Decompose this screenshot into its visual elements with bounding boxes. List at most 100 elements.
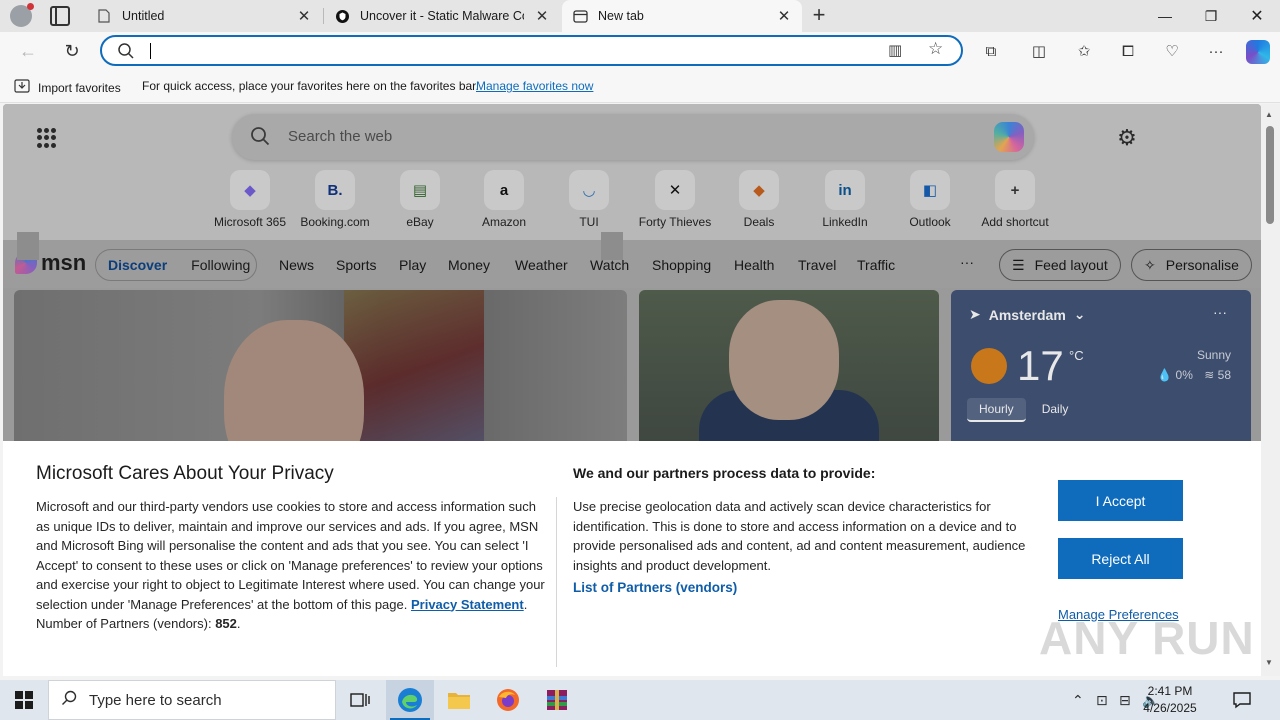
shortcut-tui[interactable]: ◡ TUI xyxy=(547,170,631,229)
tab-daily[interactable]: Daily xyxy=(1030,398,1081,422)
close-tab-icon[interactable]: ✕ xyxy=(776,7,792,25)
shortcut-label: Outlook xyxy=(909,215,951,229)
favorite-star-icon[interactable]: ☆ xyxy=(928,39,943,59)
nav-shopping[interactable]: Shopping xyxy=(652,257,711,273)
nav-news[interactable]: News xyxy=(279,257,314,273)
tab-hourly[interactable]: Hourly xyxy=(967,398,1026,422)
taskbar-clock[interactable]: 2:41 PM 4/26/2025 xyxy=(1140,683,1200,717)
import-favorites-button[interactable]: Import favorites xyxy=(14,79,121,96)
browser-essentials-icon[interactable]: ♡ xyxy=(1161,40,1183,62)
close-tab-icon[interactable]: ✕ xyxy=(534,7,550,25)
list-of-partners-link[interactable]: List of Partners (vendors) xyxy=(573,580,737,595)
collections-icon[interactable]: ⧠ xyxy=(1117,40,1139,62)
page-scrollbar[interactable]: ▲ ▼ xyxy=(1261,104,1280,676)
taskbar-search-box[interactable]: Type here to search xyxy=(48,680,336,720)
tab-uncover-it[interactable]: Uncover it - Static Malware Confi ✕ xyxy=(324,0,560,32)
tui-icon: ◡ xyxy=(569,170,609,210)
feed-toggle: Discover Following xyxy=(95,249,257,281)
copilot-icon[interactable] xyxy=(1246,40,1270,64)
news-card-hero[interactable] xyxy=(14,290,627,450)
tab-strip: Untitled ✕ Uncover it - Static Malware C… xyxy=(0,0,1280,32)
profile-avatar[interactable] xyxy=(10,3,34,27)
close-tab-icon[interactable]: ✕ xyxy=(296,7,312,25)
nav-travel[interactable]: Travel xyxy=(798,257,836,273)
nav-more-icon[interactable]: ··· xyxy=(960,254,974,270)
news-image-person xyxy=(224,320,364,450)
app-launcher-icon[interactable] xyxy=(37,128,57,148)
close-window-icon[interactable]: ✕ xyxy=(1234,0,1280,32)
weather-location[interactable]: ➤ Amsterdam ⌄ xyxy=(969,306,1086,323)
weather-card[interactable]: ➤ Amsterdam ⌄ ··· 17 °C Sunny 💧 0% ≋ 58 … xyxy=(951,290,1251,450)
new-tab-plus-icon[interactable]: + xyxy=(808,4,830,26)
carousel-next-icon[interactable] xyxy=(601,232,623,260)
taskbar-search-placeholder: Type here to search xyxy=(89,691,222,709)
shortcut-booking-com[interactable]: B. Booking.com xyxy=(293,170,377,229)
scroll-down-icon[interactable]: ▼ xyxy=(1265,658,1273,667)
restore-icon[interactable]: ❐ xyxy=(1188,0,1234,32)
shortcut-amazon[interactable]: a Amazon xyxy=(462,170,546,229)
plus-icon: + xyxy=(995,170,1035,210)
shortcut-label: Add shortcut xyxy=(981,215,1049,229)
shortcut-add-shortcut[interactable]: + Add shortcut xyxy=(973,170,1057,229)
reject-all-button[interactable]: Reject All xyxy=(1058,538,1183,579)
winrar-icon[interactable] xyxy=(533,680,581,720)
personalise-button[interactable]: ✧ Personalise xyxy=(1131,249,1252,281)
carousel-prev-icon[interactable] xyxy=(17,232,39,260)
page-settings-gear-icon[interactable]: ⚙ xyxy=(1115,126,1139,150)
tray-device-icon[interactable]: ⊡ xyxy=(1096,692,1108,709)
clock-time: 2:41 PM xyxy=(1147,684,1193,698)
windows-start-icon[interactable] xyxy=(0,680,48,720)
copilot-icon[interactable] xyxy=(994,122,1024,152)
tab-actions-icon[interactable] xyxy=(50,6,70,26)
tab-new-tab[interactable]: New tab ✕ xyxy=(562,0,802,32)
task-view-icon[interactable] xyxy=(336,680,384,720)
network-icon[interactable]: ⊟ xyxy=(1119,692,1131,709)
tab-untitled[interactable]: Untitled ✕ xyxy=(86,0,322,32)
nav-play[interactable]: Play xyxy=(399,257,426,273)
settings-more-icon[interactable]: ··· xyxy=(1205,40,1227,62)
tab-discover[interactable]: Discover xyxy=(96,257,179,273)
feed-layout-button[interactable]: ☰ Feed layout xyxy=(999,249,1121,281)
page-icon xyxy=(96,8,112,24)
address-bar[interactable]: ▥ ☆ xyxy=(100,35,963,66)
nav-weather[interactable]: Weather xyxy=(515,257,568,273)
nav-health[interactable]: Health xyxy=(734,257,774,273)
shortcut-linkedin[interactable]: in LinkedIn xyxy=(803,170,887,229)
shortcut-label: Microsoft 365 xyxy=(213,215,287,229)
firefox-icon[interactable] xyxy=(484,680,532,720)
shortcut-microsoft-365[interactable]: ◆ Microsoft 365 xyxy=(208,170,292,229)
file-explorer-icon[interactable] xyxy=(435,680,483,720)
msn-wordmark: msn xyxy=(41,250,87,275)
weather-location-label: Amsterdam xyxy=(988,306,1066,323)
news-card-secondary[interactable] xyxy=(639,290,939,450)
air-quality-icon: ≋ xyxy=(1204,368,1215,382)
shield-icon xyxy=(334,8,350,24)
back-arrow-icon[interactable]: ← xyxy=(17,40,39,62)
shortcut-forty-thieves[interactable]: ✕ Forty Thieves xyxy=(633,170,717,229)
tray-overflow-chevron-icon[interactable]: ⌃ xyxy=(1072,692,1084,709)
privacy-statement-link[interactable]: Privacy Statement xyxy=(411,597,524,612)
edge-taskbar-icon[interactable] xyxy=(386,680,434,720)
linkedin-icon: in xyxy=(825,170,865,210)
favorites-icon[interactable]: ✩ xyxy=(1073,40,1095,62)
shortcut-ebay[interactable]: ▤ eBay xyxy=(378,170,462,229)
nav-traffic[interactable]: Traffic xyxy=(857,257,895,273)
minimize-icon[interactable]: — xyxy=(1142,0,1188,32)
manage-favorites-link[interactable]: Manage favorites now xyxy=(476,79,593,93)
nav-sports[interactable]: Sports xyxy=(336,257,376,273)
shortcut-deals[interactable]: ◆ Deals xyxy=(717,170,801,229)
refresh-icon[interactable]: ↻ xyxy=(61,40,83,62)
shortcut-outlook[interactable]: ◧ Outlook xyxy=(888,170,972,229)
weather-menu-icon[interactable]: ··· xyxy=(1213,304,1227,320)
nav-money[interactable]: Money xyxy=(448,257,490,273)
web-search-box[interactable]: Search the web xyxy=(232,114,1034,160)
extensions-icon[interactable]: ⧉ xyxy=(980,40,1002,62)
outlook-icon: ◧ xyxy=(910,170,950,210)
scrollbar-thumb[interactable] xyxy=(1266,126,1274,224)
scroll-up-icon[interactable]: ▲ xyxy=(1265,110,1273,119)
immersive-reader-icon[interactable]: ▥ xyxy=(888,41,902,59)
notification-center-icon[interactable] xyxy=(1232,690,1252,710)
split-screen-icon[interactable]: ◫ xyxy=(1028,40,1050,62)
tab-following[interactable]: Following xyxy=(179,257,262,273)
accept-button[interactable]: I Accept xyxy=(1058,480,1183,521)
